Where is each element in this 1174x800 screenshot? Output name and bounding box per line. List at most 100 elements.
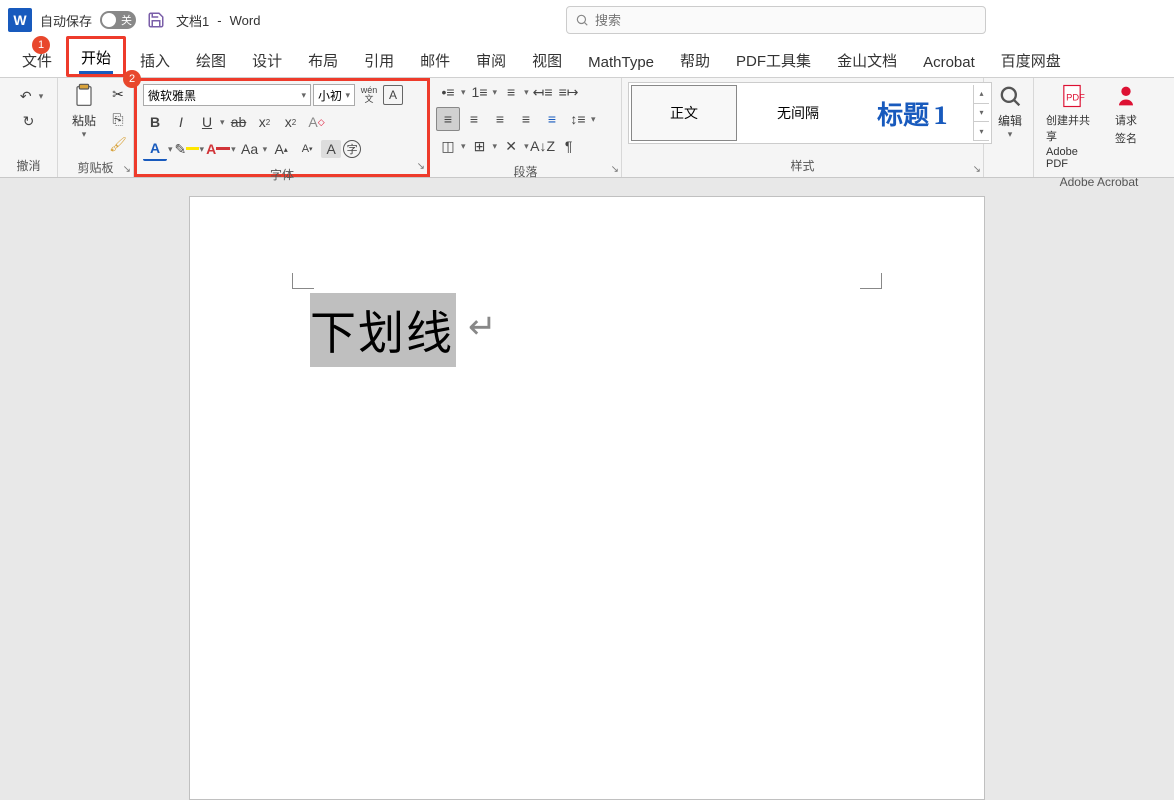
numbering-button[interactable]: 1≡▾ xyxy=(468,80,498,104)
align-center-button[interactable]: ≡ xyxy=(462,107,486,131)
align-right-button[interactable]: ≡ xyxy=(488,107,512,131)
tab-mathtype[interactable]: MathType xyxy=(576,46,666,77)
paste-button[interactable]: 粘贴 ▾ xyxy=(64,80,104,142)
group-acrobat: PDF 创建并共享 Adobe PDF 请求 签名 Adobe Acrobat xyxy=(1034,78,1164,177)
paragraph-launcher-icon[interactable]: ↘ xyxy=(611,164,619,175)
create-share-pdf-button[interactable]: PDF 创建并共享 Adobe PDF xyxy=(1040,80,1104,172)
style-heading1[interactable]: 标题 1 xyxy=(859,85,965,141)
autosave-label: 自动保存 xyxy=(40,11,92,30)
tab-home[interactable]: 开始 xyxy=(66,36,126,77)
margin-marker xyxy=(860,273,882,289)
search-bar[interactable] xyxy=(566,6,986,34)
undo-button[interactable]: ↶ ▾ xyxy=(14,84,44,108)
borders-button[interactable]: ⊞▾ xyxy=(468,134,498,158)
search-icon xyxy=(996,82,1024,110)
svg-text:PDF: PDF xyxy=(1066,93,1085,103)
styles-launcher-icon[interactable]: ↘ xyxy=(973,164,981,175)
group-label-clipboard: 剪贴板 xyxy=(64,156,127,179)
superscript-button[interactable]: x2 xyxy=(279,110,303,134)
redo-button[interactable]: ↻ xyxy=(17,109,41,133)
chevron-down-icon: ▾ xyxy=(301,90,306,101)
clipboard-launcher-icon[interactable]: ↘ xyxy=(123,164,131,175)
chevron-down-icon: ▾ xyxy=(345,90,350,101)
underline-button[interactable]: U▾ xyxy=(195,110,225,134)
group-editing: 编辑 ▾ xyxy=(984,78,1034,177)
badge-2: 2 xyxy=(123,70,141,88)
word-app-icon: W xyxy=(8,8,32,32)
tab-design[interactable]: 设计 xyxy=(240,42,294,77)
save-icon[interactable] xyxy=(144,8,168,32)
font-launcher-icon[interactable]: ↘ xyxy=(417,161,425,172)
chevron-down-icon[interactable]: ▾ xyxy=(82,129,87,140)
show-marks-button[interactable]: ¶ xyxy=(557,134,581,158)
tab-mailings[interactable]: 邮件 xyxy=(408,42,462,77)
bullets-button[interactable]: •≡▾ xyxy=(436,80,466,104)
tab-pdftools[interactable]: PDF工具集 xyxy=(724,42,823,77)
asian-layout-button[interactable]: ✕▾ xyxy=(499,134,529,158)
page[interactable]: 下划线 ↵ xyxy=(189,196,985,800)
autosave-toggle[interactable]: 关 xyxy=(100,11,136,29)
group-undo: ↶ ▾ ↻ 撤消 xyxy=(0,78,58,177)
decrease-indent-button[interactable]: ↤≡ xyxy=(531,80,555,104)
phonetic-guide-button[interactable]: wén文 xyxy=(357,83,381,107)
tab-review[interactable]: 审阅 xyxy=(464,42,518,77)
tab-baidu[interactable]: 百度网盘 xyxy=(989,42,1073,77)
badge-1: 1 xyxy=(32,36,50,54)
tab-acrobat[interactable]: Acrobat xyxy=(911,46,987,77)
group-styles: 正文 无间隔 标题 1 ▴ ▾ ▾ 样式 ↘ xyxy=(622,78,984,177)
chevron-down-icon[interactable]: ▾ xyxy=(39,91,44,102)
group-clipboard: 粘贴 ▾ ✂ ⎘ 🖌 剪贴板 ↘ 2 xyxy=(58,78,134,177)
selected-text[interactable]: 下划线 xyxy=(310,293,456,367)
text-effects-button[interactable]: A▾ xyxy=(143,137,173,161)
group-label-styles: 样式 xyxy=(628,154,977,177)
ribbon-tabs: 1 文件 开始 插入 绘图 设计 布局 引用 邮件 审阅 视图 MathType… xyxy=(0,40,1174,78)
tab-view[interactable]: 视图 xyxy=(520,42,574,77)
shading-button[interactable]: ◫▾ xyxy=(436,134,466,158)
shrink-font-button[interactable]: A▾ xyxy=(295,137,319,161)
search-icon xyxy=(575,13,589,27)
chevron-down-icon[interactable]: ▾ xyxy=(1008,129,1013,140)
group-font: 微软雅黑 ▾ 小初 ▾ wén文 A B I U▾ ab x2 x2 A◇ xyxy=(134,78,430,177)
group-label-font: 字体 xyxy=(143,163,421,186)
font-name-select[interactable]: 微软雅黑 ▾ xyxy=(143,84,311,106)
distributed-button[interactable]: ≡ xyxy=(540,107,564,131)
multilevel-button[interactable]: ≡▾ xyxy=(499,80,529,104)
clipboard-icon xyxy=(70,82,98,110)
format-painter-button[interactable]: 🖌 xyxy=(106,132,130,156)
document-name: 文档1 xyxy=(176,11,209,30)
style-nospacing[interactable]: 无间隔 xyxy=(745,85,851,141)
font-color-button[interactable]: A▾ xyxy=(206,137,236,161)
align-left-button[interactable]: ≡ xyxy=(436,107,460,131)
increase-indent-button[interactable]: ≡↦ xyxy=(557,80,581,104)
tab-help[interactable]: 帮助 xyxy=(668,42,722,77)
group-label-undo: 撤消 xyxy=(6,154,51,177)
align-justify-button[interactable]: ≡ xyxy=(514,107,538,131)
char-border-button[interactable]: A xyxy=(383,85,403,105)
copy-button[interactable]: ⎘ xyxy=(106,107,130,131)
tab-draw[interactable]: 绘图 xyxy=(184,42,238,77)
search-input[interactable] xyxy=(595,13,977,28)
tab-references[interactable]: 引用 xyxy=(352,42,406,77)
group-label-paragraph: 段落 xyxy=(436,160,615,183)
italic-button[interactable]: I xyxy=(169,110,193,134)
margin-marker xyxy=(292,273,314,289)
char-shading-button[interactable]: A xyxy=(321,140,341,158)
subscript-button[interactable]: x2 xyxy=(253,110,277,134)
grow-font-button[interactable]: A▴ xyxy=(269,137,293,161)
enclose-char-button[interactable]: 字 xyxy=(343,140,361,158)
highlight-color-button[interactable]: ✎▾ xyxy=(175,137,205,161)
bold-button[interactable]: B xyxy=(143,110,167,134)
styles-gallery: 正文 无间隔 标题 1 ▴ ▾ ▾ xyxy=(628,82,992,144)
request-sign-button[interactable]: 请求 签名 xyxy=(1106,80,1146,148)
font-size-select[interactable]: 小初 ▾ xyxy=(313,84,355,106)
strikethrough-button[interactable]: ab xyxy=(227,110,251,134)
clear-format-button[interactable]: A◇ xyxy=(305,110,329,134)
style-normal[interactable]: 正文 xyxy=(631,85,737,141)
line-spacing-button[interactable]: ↕≡▾ xyxy=(566,107,596,131)
change-case-button[interactable]: Aa▾ xyxy=(238,137,268,161)
editing-button[interactable]: 编辑 ▾ xyxy=(990,80,1030,142)
tab-layout[interactable]: 布局 xyxy=(296,42,350,77)
title-bar: W 自动保存 关 文档1 - Word xyxy=(0,0,1174,40)
sort-button[interactable]: A↓Z xyxy=(531,134,555,158)
tab-kingsoft[interactable]: 金山文档 xyxy=(825,42,909,77)
